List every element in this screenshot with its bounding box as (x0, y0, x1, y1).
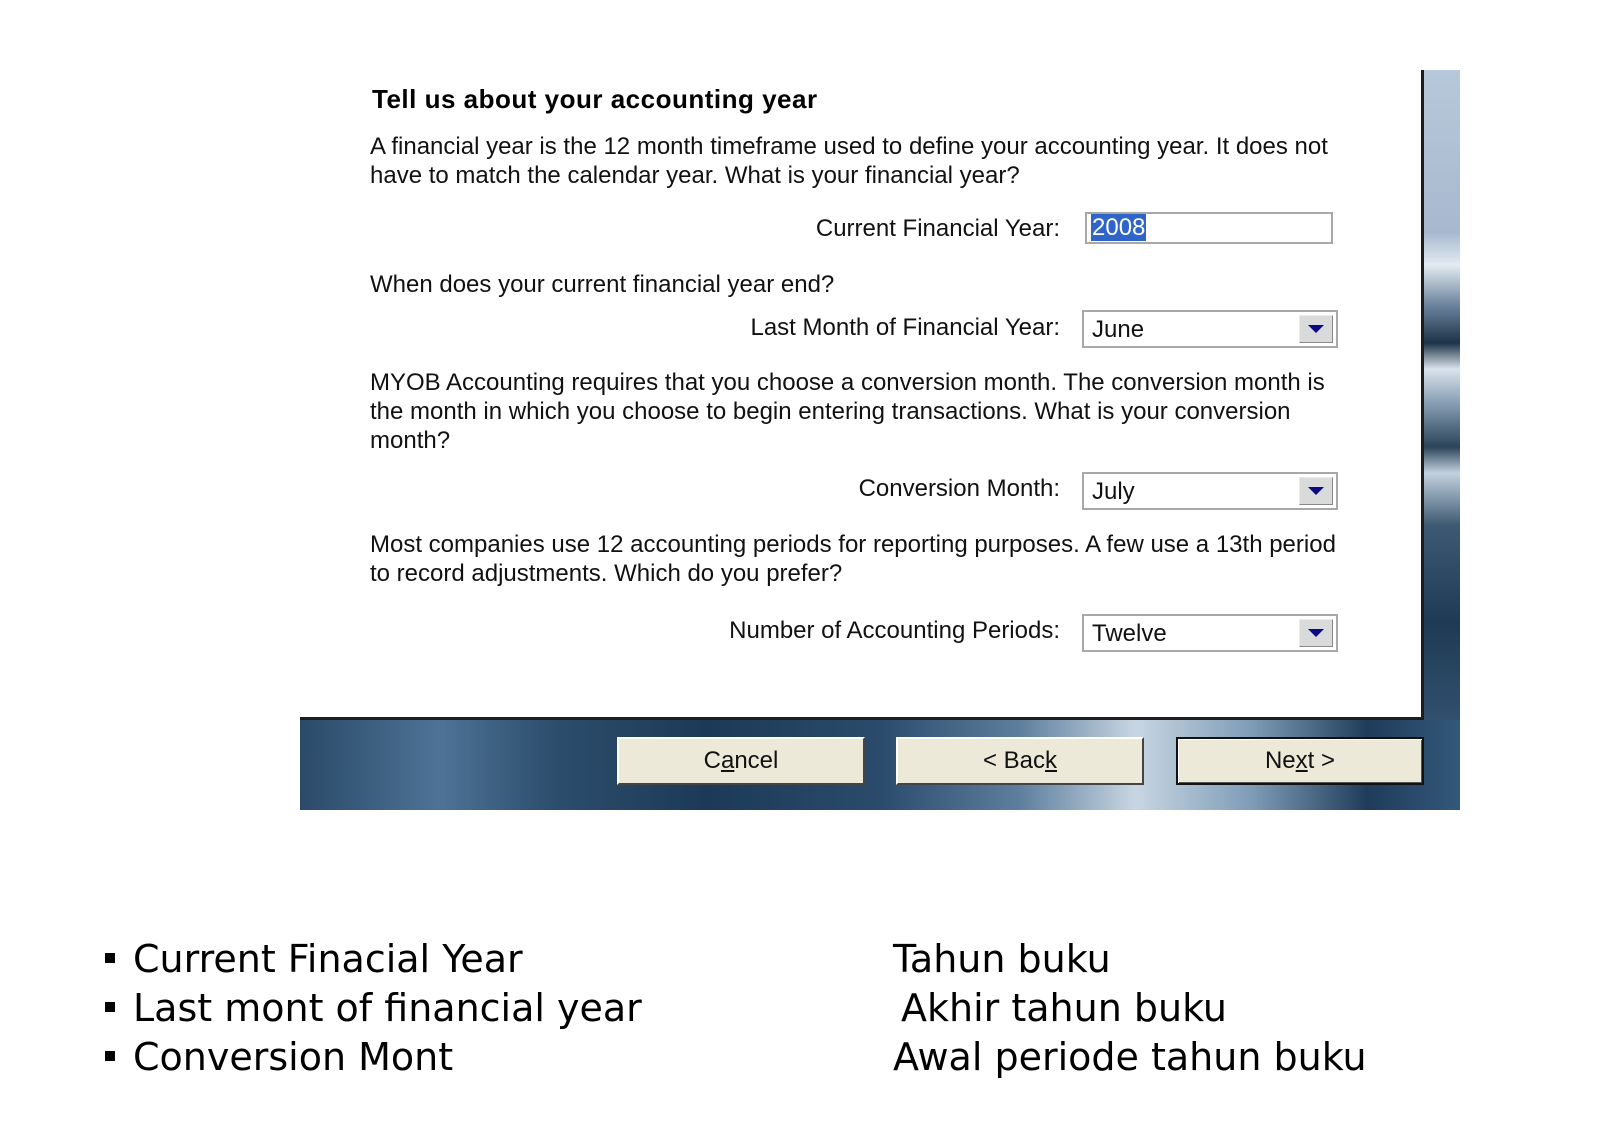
accounting-periods-value: Twelve (1092, 620, 1167, 647)
list-item: Last mont of financial year (105, 984, 642, 1033)
conversion-month-value: July (1092, 478, 1135, 505)
accelerator-key: k (1045, 747, 1058, 774)
term-text: Conversion Mont (133, 1035, 454, 1079)
current-financial-year-label: Current Financial Year: (815, 215, 1060, 242)
term-text: Last mont of financial year (133, 986, 642, 1030)
translation-item: Tahun buku (893, 937, 1111, 981)
last-month-label: Last Month of Financial Year: (750, 314, 1060, 341)
accounting-periods-dropdown[interactable]: Twelve (1082, 614, 1338, 652)
panel-border (1421, 70, 1424, 720)
label-part: ncel (734, 747, 779, 774)
last-month-dropdown[interactable]: June (1082, 310, 1338, 348)
selected-text: 2008 (1091, 214, 1147, 241)
accounting-periods-description: Most companies use 12 accounting periods… (370, 531, 1336, 587)
term-text: Current Finacial Year (133, 937, 523, 981)
back-button[interactable]: < Back (896, 737, 1144, 785)
conversion-month-dropdown[interactable]: July (1082, 472, 1338, 510)
bullet-icon (105, 952, 115, 963)
current-financial-year-input[interactable]: 2008 (1085, 212, 1333, 244)
dropdown-arrow-icon[interactable] (1299, 315, 1333, 343)
label-part: C (703, 747, 721, 774)
decorative-side-image (1424, 70, 1460, 720)
conversion-month-label: Conversion Month: (858, 475, 1060, 502)
last-month-value: June (1092, 316, 1145, 343)
term-list: Current Finacial Year Last mont of finan… (105, 935, 642, 1082)
list-item: Conversion Mont (105, 1033, 642, 1082)
year-end-question: When does your current financial year en… (370, 271, 835, 298)
conversion-month-description: MYOB Accounting requires that you choose… (370, 369, 1325, 454)
page-title: Tell us about your accounting year (372, 84, 818, 114)
accelerator-key: a (720, 747, 735, 774)
translation-item: Awal periode tahun buku (893, 1035, 1367, 1079)
bullet-icon (105, 1001, 115, 1012)
dropdown-arrow-icon[interactable] (1299, 619, 1333, 647)
cancel-button[interactable]: Cancel (617, 737, 865, 785)
list-item: Current Finacial Year (105, 935, 642, 984)
bullet-icon (105, 1050, 115, 1061)
label-part: Ne (1264, 747, 1296, 774)
accounting-periods-label: Number of Accounting Periods: (729, 617, 1060, 644)
label-part: t > (1307, 747, 1336, 774)
financial-year-description: A financial year is the 12 month timefra… (370, 133, 1328, 189)
next-button[interactable]: Next > (1176, 737, 1424, 785)
translation-list: Tahun buku Akhir tahun buku Awal periode… (893, 935, 1367, 1082)
accelerator-key: x (1295, 747, 1308, 774)
dropdown-arrow-icon[interactable] (1299, 477, 1333, 505)
label-part: < Bac (982, 747, 1046, 774)
translation-item: Akhir tahun buku (901, 986, 1227, 1030)
